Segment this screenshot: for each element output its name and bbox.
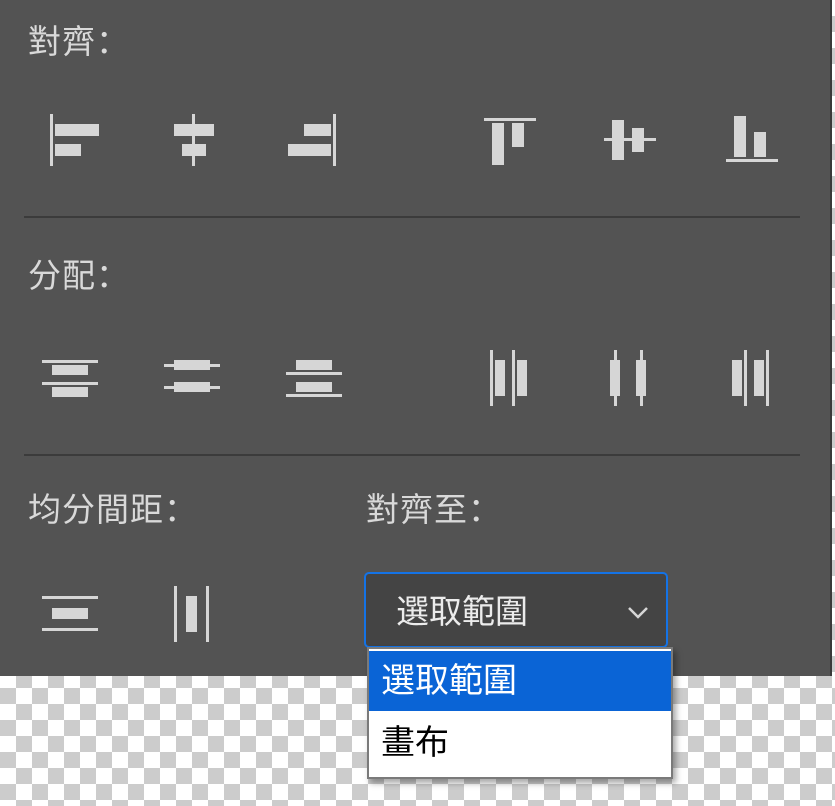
align-right-edges-icon[interactable]	[282, 108, 346, 172]
section-divider	[24, 454, 800, 456]
align-section-label: 對齊：	[28, 22, 130, 61]
distribute-left-edges-icon[interactable]	[478, 346, 542, 410]
distribute-vertical-spacing-icon[interactable]	[38, 582, 102, 646]
align-to-dropdown: 選取範圍 畫布	[367, 647, 673, 779]
align-vertical-centers-icon[interactable]	[598, 108, 662, 172]
distribute-horizontal-centers-icon[interactable]	[598, 346, 662, 410]
chevron-down-icon	[628, 607, 648, 619]
align-horizontal-centers-icon[interactable]	[162, 108, 226, 172]
align-distribute-panel: 對齊： 分配： 均分間距： 對齊至： 選取範圍	[0, 0, 832, 676]
align-to-label: 對齊至：	[366, 490, 502, 529]
align-to-selected-value: 選取範圍	[396, 592, 528, 631]
align-to-select[interactable]: 選取範圍	[364, 572, 668, 648]
distribute-section-label: 分配：	[28, 256, 130, 295]
option-selection[interactable]: 選取範圍	[369, 651, 671, 711]
distribute-horizontal-spacing-icon[interactable]	[160, 582, 224, 646]
distribute-bottom-edges-icon[interactable]	[282, 346, 346, 410]
section-divider	[24, 216, 800, 218]
align-bottom-edges-icon[interactable]	[720, 108, 784, 172]
option-canvas[interactable]: 畫布	[369, 713, 671, 773]
align-top-edges-icon[interactable]	[478, 108, 542, 172]
distribute-vertical-centers-icon[interactable]	[160, 346, 224, 410]
distribute-right-edges-icon[interactable]	[720, 346, 784, 410]
distribute-top-edges-icon[interactable]	[38, 346, 102, 410]
align-left-edges-icon[interactable]	[40, 108, 104, 172]
distribute-spacing-label: 均分間距：	[28, 490, 198, 529]
